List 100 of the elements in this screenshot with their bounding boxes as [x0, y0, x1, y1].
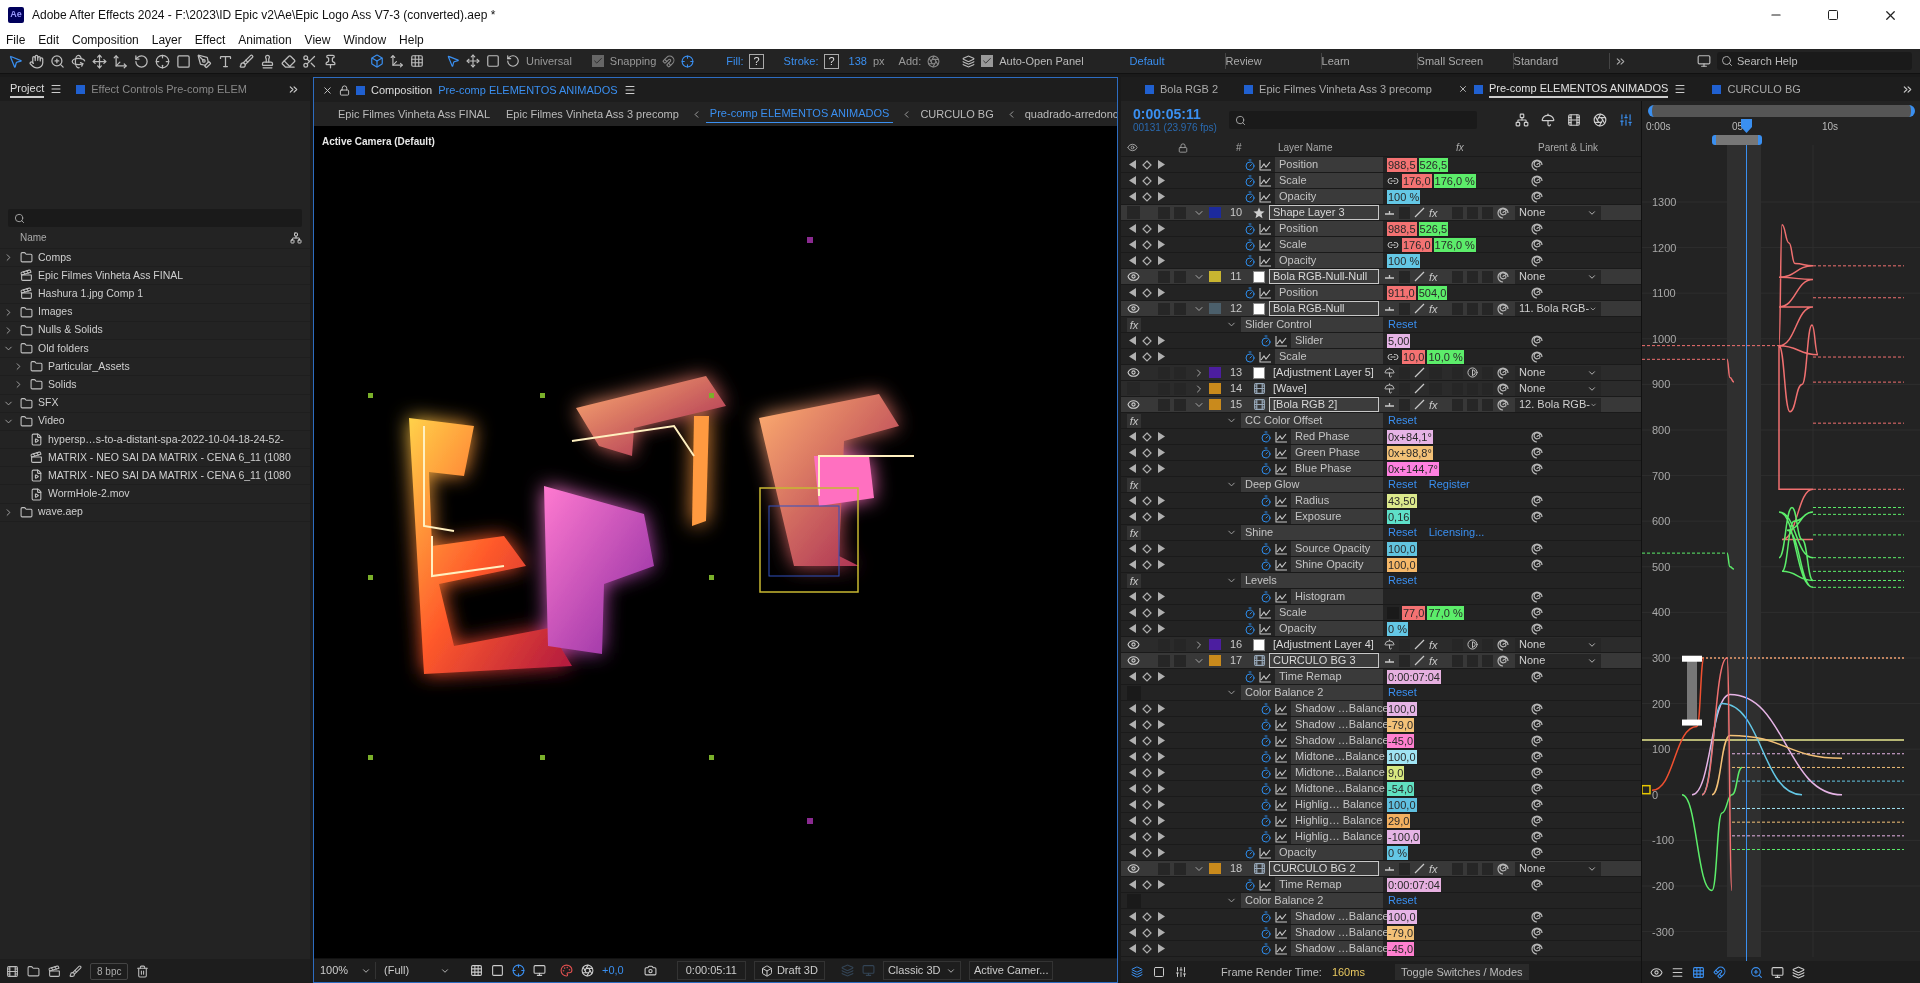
effect-link[interactable]: Reset — [1388, 892, 1417, 909]
previous-keyframe-icon[interactable] — [1129, 288, 1136, 297]
square-icon[interactable] — [491, 964, 504, 977]
adjustment-toggle[interactable] — [1467, 398, 1478, 411]
umbrella-icon[interactable] — [1384, 383, 1395, 394]
pick-whip-icon[interactable] — [1497, 862, 1509, 875]
timeline-tab[interactable]: Bola RGB 2 — [1160, 80, 1219, 98]
pointer-icon[interactable] — [8, 53, 23, 69]
stopwatch-icon[interactable] — [1244, 286, 1256, 299]
project-item[interactable]: wave.aep — [38, 504, 83, 521]
square-icon[interactable] — [176, 53, 191, 69]
workspace-tab[interactable]: Default — [1129, 52, 1226, 70]
effect-switch[interactable]: fx — [1429, 398, 1442, 411]
graph-icon[interactable] — [1275, 430, 1288, 443]
property-value[interactable]: 0x+144,7° — [1387, 461, 1439, 476]
stopwatch-icon[interactable] — [1260, 542, 1272, 555]
switch-toggle[interactable] — [1399, 302, 1410, 315]
move-icon[interactable] — [92, 53, 107, 69]
pick-whip-icon[interactable] — [1531, 846, 1543, 859]
stopwatch-icon[interactable] — [1260, 910, 1272, 923]
color-channels-icon[interactable] — [560, 964, 573, 977]
stopwatch-icon[interactable] — [1260, 814, 1272, 827]
graph-icon[interactable] — [1275, 446, 1288, 459]
stroke-swatch[interactable]: ? — [824, 53, 839, 69]
property-value[interactable]: 77,0 — [1402, 605, 1426, 620]
menu-item[interactable]: Effect — [194, 30, 226, 49]
lock-icon[interactable] — [1178, 142, 1188, 153]
stopwatch-icon[interactable] — [1244, 350, 1256, 363]
stopwatch-icon[interactable] — [1244, 670, 1256, 683]
workspace-tab[interactable]: Standard — [1513, 52, 1610, 70]
pick-whip-icon[interactable] — [1531, 670, 1543, 683]
stopwatch-icon[interactable] — [1244, 238, 1256, 251]
adjustment-icon[interactable] — [1467, 639, 1478, 650]
quality-slash-icon[interactable] — [1414, 367, 1425, 378]
text-tool-icon[interactable] — [218, 53, 233, 69]
keyframe-diamond-icon[interactable] — [1142, 335, 1152, 346]
pick-whip-icon[interactable] — [1531, 286, 1543, 299]
keyframe-diamond-icon[interactable] — [1142, 495, 1152, 506]
panel-menu-icon[interactable] — [1674, 83, 1687, 95]
lock-toggle[interactable] — [1174, 398, 1186, 411]
pick-whip-icon[interactable] — [1497, 366, 1509, 379]
graph-icon[interactable] — [1275, 926, 1288, 939]
workspace-tab[interactable]: Learn — [1321, 52, 1418, 70]
project-item[interactable]: Video — [38, 413, 65, 430]
property-value[interactable]: -45,0 — [1387, 733, 1415, 748]
pick-whip-icon[interactable] — [1531, 430, 1543, 443]
keyframe-diamond-icon[interactable] — [1142, 783, 1152, 794]
property-value[interactable]: -79,0 — [1387, 717, 1415, 732]
stopwatch-icon[interactable] — [1260, 942, 1272, 955]
lock-icon[interactable] — [339, 84, 350, 96]
property-value[interactable]: 526,5 — [1418, 157, 1449, 172]
keyframe-diamond-icon[interactable] — [1142, 223, 1152, 234]
label-color-swatch[interactable] — [1209, 271, 1221, 282]
quality-slash-icon[interactable] — [1414, 271, 1425, 282]
chevron-right-icon[interactable] — [3, 252, 14, 264]
label-color-swatch[interactable] — [1209, 383, 1221, 394]
eye-icon[interactable] — [1127, 398, 1140, 411]
property-value[interactable]: 0 % — [1387, 845, 1408, 860]
project-item[interactable]: Epic Filmes Vinheta Ass FINAL — [38, 267, 184, 284]
stopwatch-icon[interactable] — [1260, 590, 1272, 603]
workspace-tab[interactable]: Review — [1225, 52, 1322, 70]
property-value[interactable]: 176,0 % — [1433, 237, 1476, 252]
solo-toggle[interactable] — [1158, 862, 1170, 875]
panel-tab[interactable]: Composition — [371, 81, 433, 99]
graph-icon[interactable] — [1275, 510, 1288, 523]
stamp-icon[interactable] — [260, 53, 275, 69]
pick-whip-icon[interactable] — [1531, 222, 1543, 235]
switch-toggle[interactable] — [1399, 270, 1410, 283]
effect-switch[interactable]: fx — [1429, 654, 1442, 667]
menu-item[interactable]: Animation — [238, 30, 292, 49]
graph-icon[interactable] — [1259, 190, 1272, 203]
effect-link[interactable]: Reset — [1388, 316, 1417, 333]
graph-icon[interactable] — [1275, 782, 1288, 795]
timeline-tab[interactable]: Epic Filmes Vinheta Ass 3 precomp — [1259, 80, 1432, 98]
graph-icon[interactable] — [1275, 542, 1288, 555]
property-value[interactable]: 5,00 — [1387, 333, 1411, 348]
property-value[interactable]: 0:00:07:04 — [1387, 877, 1441, 892]
stopwatch-icon[interactable] — [1260, 926, 1272, 939]
keyframe-diamond-icon[interactable] — [1142, 607, 1152, 618]
keyframe-diamond-icon[interactable] — [1142, 159, 1152, 170]
keyframe-diamond-icon[interactable] — [1142, 831, 1152, 842]
adjustment-toggle[interactable] — [1467, 654, 1478, 667]
graph-icon[interactable] — [1259, 158, 1272, 171]
graph-icon[interactable] — [1275, 494, 1288, 507]
pick-whip-icon[interactable] — [1497, 302, 1509, 315]
monitor-icon[interactable] — [533, 964, 546, 977]
parent-dropdown[interactable]: None — [1515, 861, 1601, 876]
parent-dropdown[interactable]: None — [1515, 637, 1601, 652]
pick-whip-icon[interactable] — [1531, 830, 1543, 843]
pick-whip-icon[interactable] — [1531, 158, 1543, 171]
pick-whip-icon[interactable] — [1531, 254, 1543, 267]
graph-icon[interactable] — [1275, 718, 1288, 731]
project-item[interactable]: Hashura 1.jpg Comp 1 — [38, 286, 144, 302]
stopwatch-icon[interactable] — [1260, 766, 1272, 779]
project-item[interactable]: SFX — [38, 395, 59, 411]
effect-switch[interactable]: fx — [1429, 862, 1442, 875]
property-value[interactable]: 100,0 — [1387, 797, 1417, 812]
property-value[interactable]: 100,0 — [1387, 541, 1417, 556]
keyframe-diamond-icon[interactable] — [1142, 559, 1152, 570]
switch-toggle[interactable] — [1482, 302, 1493, 315]
